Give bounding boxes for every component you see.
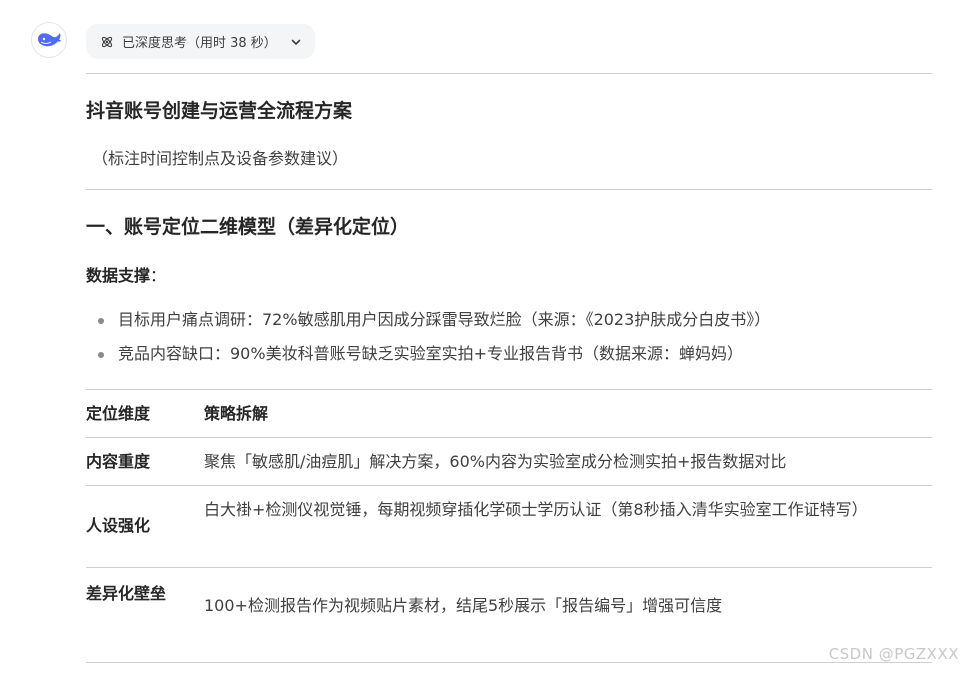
chevron-down-icon xyxy=(291,39,301,45)
whale-logo-icon xyxy=(38,33,61,47)
table-cell-dimension: 差异化壁垒 xyxy=(86,584,167,603)
table-row: 差异化壁垒 100+检测报告作为视频贴片素材，结尾5秒展示「报告编号」增强可信度 xyxy=(86,567,932,663)
list-item: 目标用户痛点调研：72%敏感肌用户因成分踩雷导致烂脸（来源：《2023护肤成分白… xyxy=(96,308,770,342)
strategy-table: 定位维度 策略拆解 内容重度 聚焦「敏感肌/油痘肌」解决方案，60%内容为实验室… xyxy=(86,389,932,663)
table-cell-dimension: 内容重度 xyxy=(86,452,151,471)
table-header-row: 定位维度 策略拆解 xyxy=(86,389,932,437)
divider xyxy=(86,189,932,190)
document-title: 抖音账号创建与运营全流程方案 xyxy=(86,100,353,122)
table-row: 人设强化 白大褂+检测仪视觉锤，每期视频穿插化学硕士学历认证（第8秒插入清华实验… xyxy=(86,485,932,567)
table-header-cell: 策略拆解 xyxy=(204,404,269,423)
table-cell-dimension: 人设强化 xyxy=(86,516,151,535)
table-row: 内容重度 聚焦「敏感肌/油痘肌」解决方案，60%内容为实验室成分检测实拍+报告数… xyxy=(86,437,932,485)
table-cell-strategy: 100+检测报告作为视频贴片素材，结尾5秒展示「报告编号」增强可信度 xyxy=(204,596,723,615)
deep-thinking-toggle[interactable]: 已深度思考（用时 38 秒） xyxy=(86,24,315,59)
watermark: CSDN @PGZXXX xyxy=(828,645,959,663)
table-cell-strategy: 白大褂+检测仪视觉锤，每期视频穿插化学硕士学历认证（第8秒插入清华实验室工作证特… xyxy=(204,500,868,519)
document-subtitle: （标注时间控制点及设备参数建议） xyxy=(92,149,349,168)
support-label: 数据支撑 xyxy=(86,266,151,285)
support-label-line: 数据支撑： xyxy=(86,262,166,286)
deep-thinking-label: 已深度思考（用时 38 秒） xyxy=(122,36,277,51)
divider xyxy=(86,73,932,74)
assistant-avatar xyxy=(31,22,67,58)
table-cell-strategy: 聚焦「敏感肌/油痘肌」解决方案，60%内容为实验室成分检测实拍+报告数据对比 xyxy=(204,452,787,471)
atom-icon xyxy=(101,36,113,47)
list-item: 竞品内容缺口：90%美妆科普账号缺乏实验室实拍+专业报告背书（数据来源：蝉妈妈） xyxy=(96,342,770,376)
table-header-cell: 定位维度 xyxy=(86,404,151,423)
support-colon: ： xyxy=(150,266,167,285)
bullet-list: 目标用户痛点调研：72%敏感肌用户因成分踩雷导致烂脸（来源：《2023护肤成分白… xyxy=(96,308,770,376)
section-heading: 一、账号定位二维模型（差异化定位） xyxy=(86,216,410,238)
